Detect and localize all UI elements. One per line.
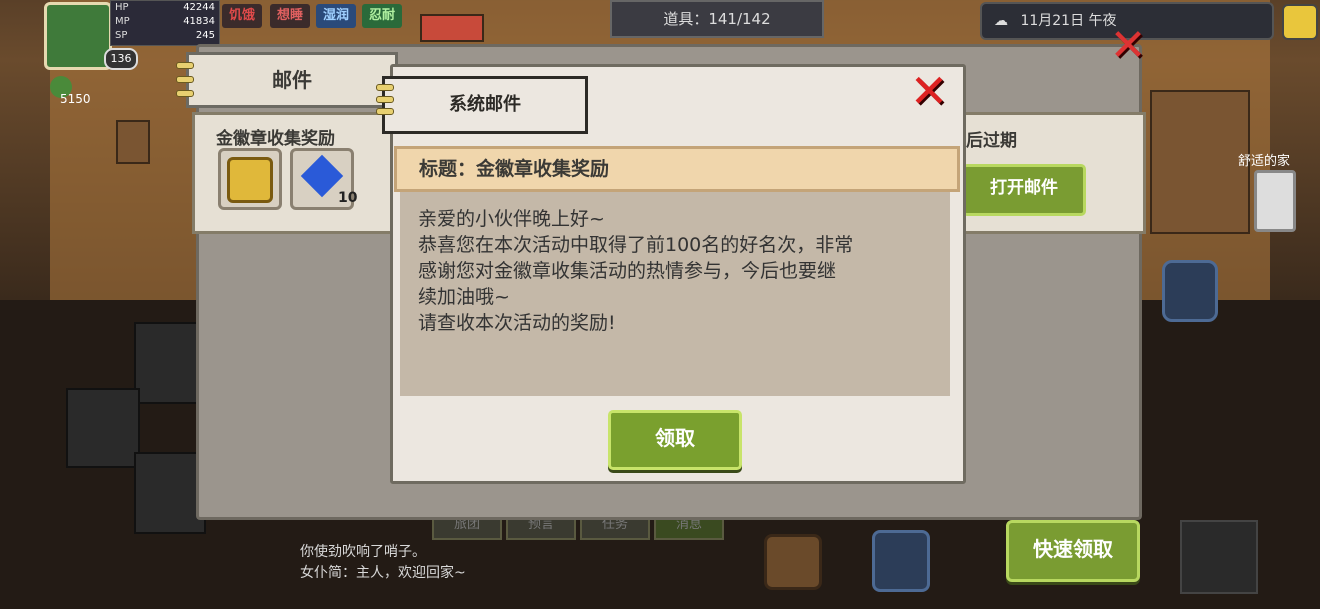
spring-decoration	[376, 108, 394, 115]
badge-icon	[227, 157, 273, 203]
furniture	[116, 120, 150, 164]
close-icon[interactable]: ✕	[1108, 24, 1148, 68]
gem-icon	[300, 154, 344, 198]
item-capacity-bar: 道具：141/142	[610, 0, 824, 38]
buff-sleepy[interactable]: 想睡	[270, 4, 310, 28]
mail-body-text: 亲爱的小伙伴晚上好~ 恭喜您在本次活动中取得了前100名的好名次，非常 感谢您对…	[418, 206, 934, 336]
bookshelf	[1150, 90, 1250, 234]
hp-label: HP	[115, 2, 129, 13]
mail-body-line: 恭喜您在本次活动中取得了前100名的好名次，非常	[418, 234, 854, 256]
mp-value: 41834	[183, 16, 215, 27]
reward-count: 10	[338, 190, 358, 206]
reward-avatar-frame	[218, 148, 282, 210]
bow-icon[interactable]	[1180, 520, 1258, 594]
dpad-left[interactable]	[66, 388, 140, 468]
phone-icon[interactable]	[1254, 170, 1296, 232]
location-label: 舒适的家	[1238, 154, 1291, 169]
level-badge: 136	[104, 48, 138, 70]
backpack-icon[interactable]	[764, 534, 822, 590]
date-text: 11月21日 午夜	[1020, 13, 1117, 29]
spring-decoration	[176, 90, 194, 97]
player-avatar[interactable]	[44, 2, 112, 70]
hp-value: 42244	[183, 2, 215, 13]
sp-label: SP	[115, 30, 128, 41]
buff-wet[interactable]: 湿润	[316, 4, 356, 28]
currency-value: 5150	[60, 92, 91, 106]
mp-label: MP	[115, 16, 130, 27]
spring-decoration	[176, 76, 194, 83]
close-icon[interactable]: ✕	[908, 68, 950, 114]
claim-button[interactable]: 领取	[608, 410, 742, 470]
expire-text: 后过期	[966, 131, 1017, 151]
chat-line: 女仆简：主人，欢迎回家~	[300, 565, 466, 581]
cloud-icon: ☁	[994, 13, 1008, 29]
buff-hungry[interactable]: 饥饿	[222, 4, 262, 28]
mail-body-line: 请查收本次活动的奖励!	[418, 312, 616, 334]
tab-system-mail[interactable]: 系统邮件	[382, 76, 588, 134]
fullscreen-button[interactable]	[1282, 4, 1318, 40]
open-mail-button[interactable]: 打开邮件	[962, 164, 1086, 216]
spring-decoration	[176, 62, 194, 69]
tab-mail[interactable]: 邮件	[186, 52, 398, 108]
rug	[420, 14, 484, 42]
buff-endure[interactable]: 忍耐	[362, 4, 402, 28]
mail-title: 标题：金徽章收集奖励	[419, 158, 610, 180]
settings-gear-icon[interactable]	[1162, 260, 1218, 322]
sp-value: 245	[195, 30, 215, 41]
mail-title-banner: 标题：金徽章收集奖励	[394, 146, 960, 192]
status-bars: HP 42244 MP 41834 SP 245	[110, 0, 220, 46]
mail-body-line: 亲爱的小伙伴晚上好~	[418, 208, 605, 230]
mail-body-line: 续加油哦~	[418, 286, 510, 308]
mail-row-title: 金徽章收集奖励	[216, 129, 335, 149]
spring-decoration	[376, 84, 394, 91]
quick-claim-button[interactable]: 快速领取	[1006, 520, 1140, 582]
chat-line: 你使劲吹响了哨子。	[300, 544, 426, 560]
skill-icon[interactable]	[872, 530, 930, 592]
spring-decoration	[376, 96, 394, 103]
mail-body-line: 感谢您对金徽章收集活动的热情参与，今后也要继	[418, 260, 837, 282]
